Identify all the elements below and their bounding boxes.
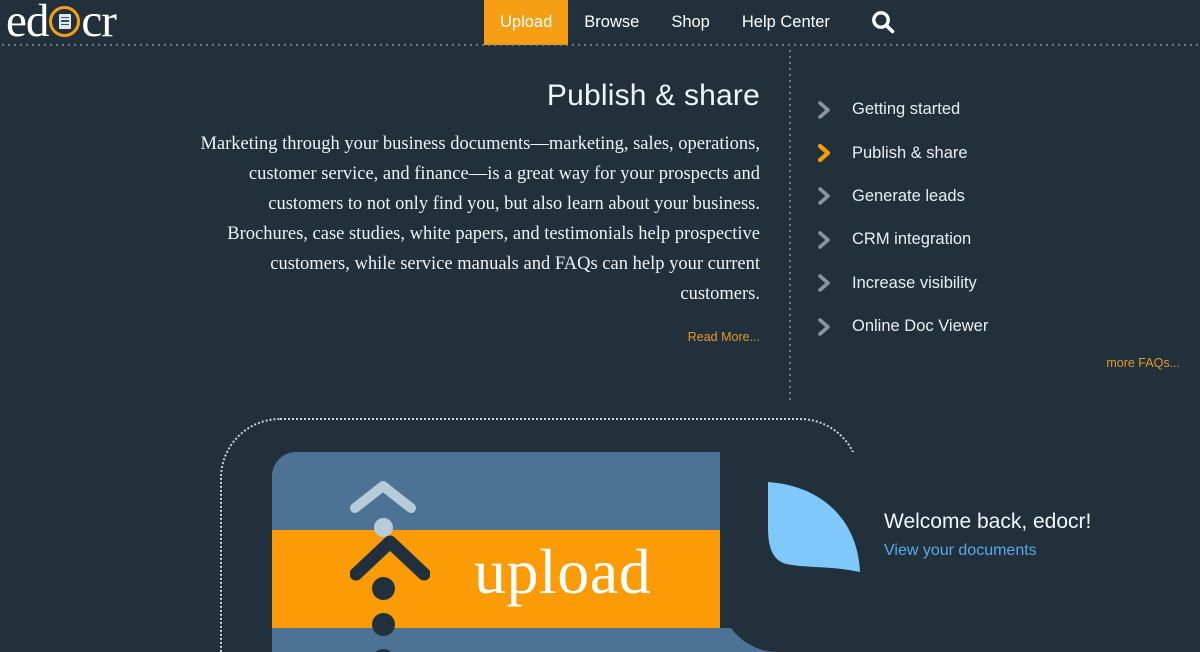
logo-text-before: ed bbox=[6, 0, 49, 47]
upload-document-illustration: upload bbox=[272, 452, 860, 652]
vertical-divider bbox=[789, 48, 791, 401]
nav-item-browse[interactable]: Browse bbox=[568, 0, 655, 45]
site-header: ed cr Upload Browse Shop Help Center bbox=[0, 0, 1200, 46]
page-root: ed cr Upload Browse Shop Help Center Pub… bbox=[0, 0, 1200, 652]
welcome-title: Welcome back, edocr! bbox=[884, 510, 1092, 533]
upload-arrow-column bbox=[350, 452, 450, 652]
faq-item-label: Generate leads bbox=[852, 186, 965, 205]
more-faqs-link[interactable]: more FAQs... bbox=[818, 356, 1188, 370]
faq-item-online-doc-viewer[interactable]: Online Doc Viewer bbox=[818, 305, 1188, 348]
document-glyph bbox=[59, 13, 72, 29]
nav-item-upload[interactable]: Upload bbox=[484, 0, 569, 45]
faq-item-increase-visibility[interactable]: Increase visibility bbox=[818, 262, 1188, 305]
chevron-up-icon-light-top bbox=[350, 481, 416, 513]
edocr-logo[interactable]: ed cr bbox=[6, 0, 117, 47]
faq-item-getting-started[interactable]: Getting started bbox=[818, 88, 1188, 131]
faq-item-generate-leads[interactable]: Generate leads bbox=[818, 175, 1188, 218]
upload-dropzone[interactable]: upload bbox=[220, 418, 860, 652]
intro-paragraph: Marketing through your business document… bbox=[200, 134, 760, 304]
folded-corner-icon bbox=[766, 480, 860, 575]
chevron-right-icon bbox=[818, 187, 840, 206]
welcome-block: Welcome back, edocr! View your documents bbox=[884, 510, 1184, 560]
main-nav: Upload Browse Shop Help Center bbox=[484, 0, 912, 45]
upload-dot-dark bbox=[372, 577, 395, 600]
faq-item-label: CRM integration bbox=[852, 230, 972, 249]
faq-item-label: Getting started bbox=[852, 100, 961, 119]
chevron-right-icon bbox=[818, 100, 840, 119]
faq-item-publish-share[interactable]: Publish & share bbox=[818, 131, 1188, 174]
upload-word: upload bbox=[474, 536, 652, 607]
page-title: Publish & share bbox=[546, 79, 760, 112]
document-in-circle-icon bbox=[49, 5, 81, 37]
chevron-right-icon bbox=[818, 317, 840, 336]
upload-dot-dark bbox=[372, 613, 395, 636]
header-divider bbox=[0, 44, 1200, 46]
search-icon[interactable] bbox=[846, 0, 912, 45]
faq-item-label: Publish & share bbox=[852, 143, 968, 162]
view-your-documents-link[interactable]: View your documents bbox=[884, 542, 1037, 560]
intro-block: Publish & share Marketing through your b… bbox=[200, 78, 760, 346]
faq-item-label: Online Doc Viewer bbox=[852, 317, 989, 336]
faq-list: Getting started Publish & share Generate… bbox=[818, 88, 1188, 348]
nav-item-help-center[interactable]: Help Center bbox=[726, 0, 846, 45]
nav-item-shop[interactable]: Shop bbox=[655, 0, 726, 45]
read-more-link[interactable]: Read More... bbox=[688, 330, 760, 344]
faq-item-crm-integration[interactable]: CRM integration bbox=[818, 218, 1188, 261]
chevron-right-icon bbox=[818, 231, 840, 249]
corner-notch-fill bbox=[720, 452, 746, 628]
logo-text-after: cr bbox=[81, 0, 117, 47]
chevron-right-icon bbox=[818, 274, 840, 293]
faq-item-label: Increase visibility bbox=[852, 273, 977, 292]
chevron-up-icon-dark bbox=[350, 535, 430, 581]
chevron-right-icon-active bbox=[818, 144, 840, 163]
